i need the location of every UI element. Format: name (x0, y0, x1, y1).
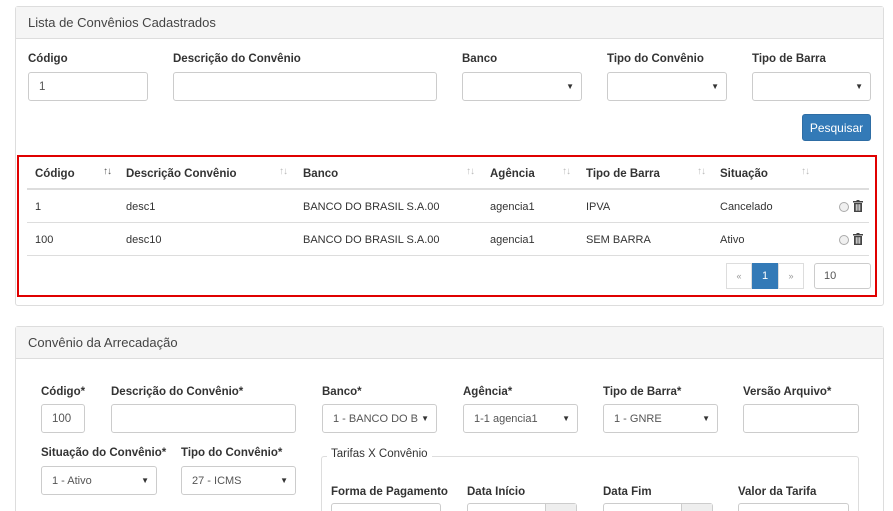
form-tipo-barra-label: Tipo de Barra* (603, 386, 682, 398)
pagination-next-button[interactable]: » (778, 263, 804, 289)
cell-tipo-barra: IPVA (586, 201, 611, 213)
chevron-down-icon: ▼ (566, 82, 574, 91)
sort-icon[interactable]: ↑↓ (562, 166, 571, 177)
cell-agencia: agencia1 (490, 201, 535, 213)
form-descricao-input[interactable] (111, 404, 296, 433)
list-panel-heading: Lista de Convênios Cadastrados (16, 7, 883, 39)
filter-descricao-label: Descrição do Convênio (173, 53, 301, 65)
filter-banco-select[interactable]: ▼ (462, 72, 582, 101)
filter-tipo-barra-label: Tipo de Barra (752, 53, 826, 65)
cell-tipo-barra: SEM BARRA (586, 234, 651, 246)
filter-descricao-input[interactable] (173, 72, 437, 101)
row-divider (27, 222, 869, 223)
column-header-agencia[interactable]: Agência (490, 168, 535, 180)
form-banco-label: Banco* (322, 386, 362, 398)
search-button[interactable]: Pesquisar (802, 114, 871, 141)
sort-icon[interactable]: ↑↓ (801, 166, 810, 177)
filter-codigo-input[interactable]: 1 (28, 72, 148, 101)
chevron-down-icon: ▼ (562, 414, 570, 423)
form-agencia-value: 1-1 agencia1 (474, 412, 538, 425)
tarifas-forma-pagamento-label: Forma de Pagamento (331, 486, 448, 498)
list-panel-title: Lista de Convênios Cadastrados (28, 15, 216, 30)
cell-situacao: Ativo (720, 234, 745, 246)
sort-icon[interactable]: ↑↓ (466, 166, 475, 177)
form-tipo-barra-value: 1 - GNRE (614, 412, 662, 425)
cell-codigo: 1 (35, 201, 42, 213)
filter-codigo-label: Código (28, 53, 68, 65)
filter-tipo-barra-select[interactable]: ▼ (752, 72, 871, 101)
pagination-page-1[interactable]: 1 (752, 263, 778, 289)
cell-situacao: Cancelado (720, 201, 773, 213)
tarifas-data-inicio-label: Data Início (467, 486, 526, 498)
cell-codigo: 100 (35, 234, 54, 246)
chevron-down-icon: ▼ (711, 82, 719, 91)
form-agencia-label: Agência* (463, 386, 513, 398)
column-header-descricao[interactable]: Descrição Convênio (126, 168, 237, 180)
calendar-addon[interactable] (545, 504, 576, 511)
form-situacao-label: Situação do Convênio* (41, 447, 167, 459)
pagination-prev-button[interactable]: « (726, 263, 752, 289)
chevron-down-icon: ▼ (280, 476, 288, 485)
column-header-banco[interactable]: Banco (303, 168, 338, 180)
cell-descricao: desc10 (126, 234, 162, 246)
form-tipo-convenio-value: 27 - ICMS (192, 474, 242, 487)
filter-tipo-convenio-select[interactable]: ▼ (607, 72, 727, 101)
column-header-situacao[interactable]: Situação (720, 168, 768, 180)
tarifas-valor-input[interactable] (738, 503, 849, 511)
form-agencia-select[interactable]: 1-1 agencia1 ▼ (463, 404, 578, 433)
table-header-divider (27, 188, 869, 190)
chevron-down-icon: ▼ (421, 414, 429, 423)
calendar-addon[interactable] (681, 504, 712, 511)
form-panel-heading: Convênio da Arrecadação (16, 327, 883, 359)
form-situacao-select[interactable]: 1 - Ativo ▼ (41, 466, 157, 495)
column-header-tipo-barra[interactable]: Tipo de Barra (586, 168, 660, 180)
form-situacao-value: 1 - Ativo (52, 474, 92, 487)
form-versao-input[interactable] (743, 404, 859, 433)
select-radio-icon[interactable] (839, 202, 849, 212)
filter-banco-label: Banco (462, 53, 498, 65)
chevron-down-icon: ▼ (855, 82, 863, 91)
tarifas-valor-label: Valor da Tarifa (738, 486, 817, 498)
select-radio-icon[interactable] (839, 235, 849, 245)
row-divider (27, 255, 869, 256)
filter-tipo-convenio-label: Tipo do Convênio (607, 53, 704, 65)
form-tipo-convenio-label: Tipo do Convênio* (181, 447, 283, 459)
form-panel-title: Convênio da Arrecadação (28, 335, 178, 350)
chevron-down-icon: ▼ (141, 476, 149, 485)
cell-descricao: desc1 (126, 201, 156, 213)
tarifas-forma-pagamento-input[interactable] (331, 503, 441, 511)
sort-icon[interactable]: ↑↓ (279, 166, 288, 177)
form-tipo-barra-select[interactable]: 1 - GNRE ▼ (603, 404, 718, 433)
cell-banco: BANCO DO BRASIL S.A.00 (303, 201, 440, 213)
cell-agencia: agencia1 (490, 234, 535, 246)
trash-icon[interactable] (853, 233, 863, 245)
tarifas-data-fim-label: Data Fim (603, 486, 652, 498)
sort-icon[interactable]: ↑↓ (697, 166, 706, 177)
form-descricao-label: Descrição do Convênio* (111, 386, 244, 398)
tarifas-legend: Tarifas X Convênio (327, 448, 432, 460)
form-codigo-label: Código* (41, 386, 86, 398)
column-header-codigo[interactable]: Código (35, 168, 75, 180)
form-tipo-convenio-select[interactable]: 27 - ICMS ▼ (181, 466, 296, 495)
form-versao-label: Versão Arquivo* (743, 386, 832, 398)
page-size-input[interactable]: 10 (814, 263, 871, 289)
form-banco-select[interactable]: 1 - BANCO DO B ▼ (322, 404, 437, 433)
form-codigo-input[interactable]: 100 (41, 404, 85, 433)
cell-banco: BANCO DO BRASIL S.A.00 (303, 234, 440, 246)
chevron-down-icon: ▼ (702, 414, 710, 423)
form-banco-value: 1 - BANCO DO B (333, 412, 418, 425)
trash-icon[interactable] (853, 200, 863, 212)
sort-icon[interactable]: ↑↓ (103, 166, 112, 177)
